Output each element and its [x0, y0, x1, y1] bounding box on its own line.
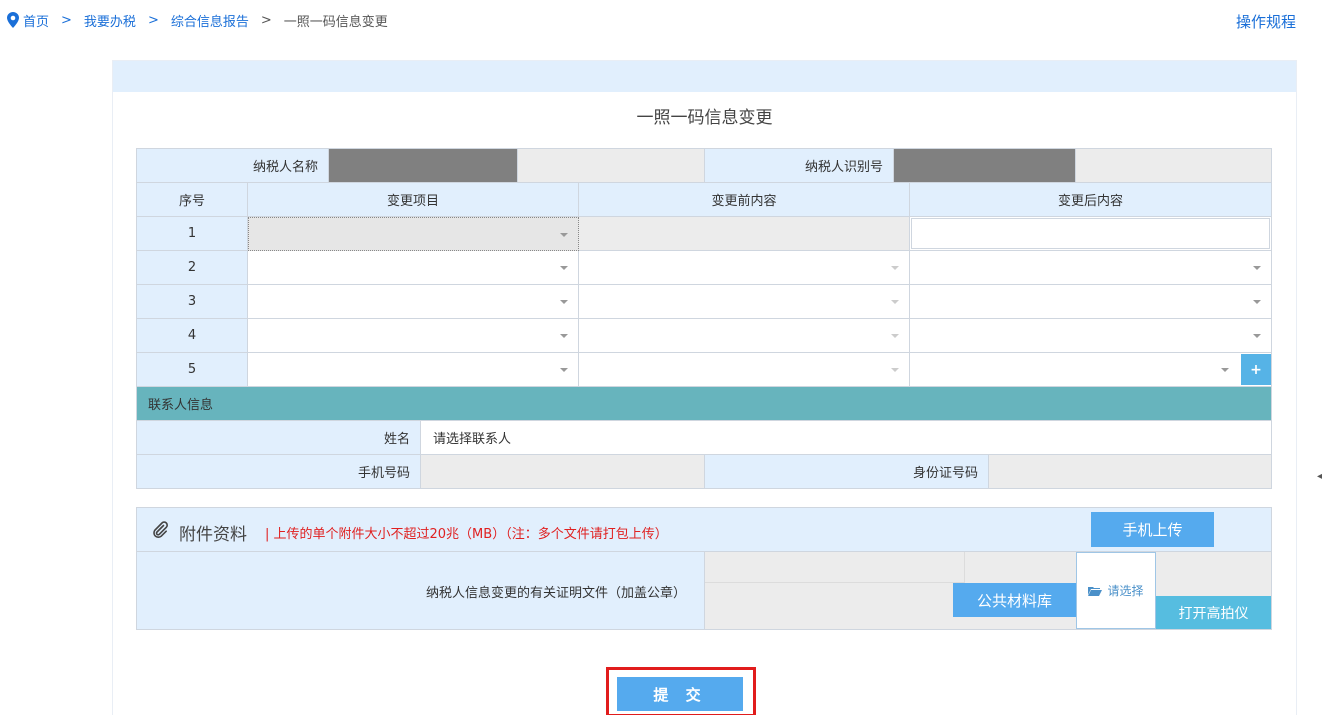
change-item-select[interactable] [248, 285, 579, 319]
breadcrumb-home[interactable]: 首页 [23, 11, 49, 30]
submit-highlight-frame: 提 交 [606, 667, 756, 715]
taxpayer-id-label: 纳税人识别号 [705, 149, 894, 183]
before-content-select[interactable] [579, 251, 910, 285]
table-row: 1 [137, 217, 1272, 251]
contact-name-row: 姓名 请选择联系人 [137, 421, 1272, 455]
dropdown-caret-icon [560, 233, 568, 237]
dropdown-caret-icon [1253, 266, 1261, 270]
column-change-item: 变更项目 [248, 183, 579, 217]
dropdown-caret-icon [891, 368, 899, 372]
after-content-select[interactable]: + [910, 353, 1272, 387]
contact-section-title: 联系人信息 [137, 387, 1272, 421]
dropdown-caret-icon [891, 266, 899, 270]
contact-name-label: 姓名 [137, 421, 421, 455]
phone-field [421, 455, 705, 489]
contact-name-select[interactable]: 请选择联系人 [421, 421, 1272, 455]
column-before: 变更前内容 [579, 183, 910, 217]
choose-file-button[interactable]: 请选择 [1076, 552, 1156, 629]
taxpayer-id-value-redacted [894, 149, 1076, 183]
breadcrumb-separator: > [260, 12, 272, 28]
paperclip-icon [153, 521, 168, 539]
before-content-field [579, 217, 910, 251]
taxpayer-name-value-rest [518, 149, 705, 183]
change-item-select[interactable] [248, 217, 579, 251]
location-pin-icon [7, 12, 19, 28]
proof-document-upload-area: 公共材料库 请选择 打开高拍仪 [705, 552, 1271, 629]
taxpayer-name-value-redacted [329, 149, 518, 183]
breadcrumb-current: 一照一码信息变更 [283, 14, 388, 30]
choose-file-label: 请选择 [1107, 584, 1144, 598]
attachments-title: 附件资料 [179, 525, 247, 545]
public-library-button[interactable]: 公共材料库 [953, 583, 1076, 617]
table-row: 2 [137, 251, 1272, 285]
change-form-table: 纳税人名称 纳税人识别号 序号 变更项目 变更前内容 变更后内容 1 2 3 4… [136, 148, 1272, 489]
before-content-select[interactable] [579, 319, 910, 353]
column-index: 序号 [137, 183, 248, 217]
dropdown-caret-icon [560, 266, 568, 270]
dropdown-caret-icon [1221, 368, 1229, 372]
change-item-select[interactable] [248, 251, 579, 285]
taxpayer-name-label: 纳税人名称 [137, 149, 329, 183]
after-content-select[interactable] [910, 319, 1272, 353]
phone-label: 手机号码 [137, 455, 421, 489]
table-header-row: 序号 变更项目 变更前内容 变更后内容 [137, 183, 1272, 217]
dropdown-caret-icon [1253, 300, 1261, 304]
row-number: 3 [137, 285, 248, 319]
breadcrumb: 首页 > 我要办税 > 综合信息报告 > 一照一码信息变更 [6, 11, 388, 30]
after-content-select[interactable] [910, 285, 1272, 319]
panel-header-bar [113, 61, 1296, 92]
change-item-select[interactable] [248, 319, 579, 353]
before-content-select[interactable] [579, 285, 910, 319]
row-number: 2 [137, 251, 248, 285]
change-item-select[interactable] [248, 353, 579, 387]
breadcrumb-separator: > [147, 12, 159, 28]
submit-button[interactable]: 提 交 [617, 677, 743, 711]
taxpayer-info-row: 纳税人名称 纳税人识别号 [137, 149, 1272, 183]
id-number-field [989, 455, 1272, 489]
breadcrumb-tax-services[interactable]: 我要办税 [84, 11, 136, 30]
divider [964, 552, 965, 582]
breadcrumb-separator: > [61, 12, 72, 28]
open-scanner-button[interactable]: 打开高拍仪 [1156, 596, 1271, 629]
proof-document-label: 纳税人信息变更的有关证明文件（加盖公章） [137, 552, 705, 630]
mobile-upload-button[interactable]: 手机上传 [1091, 512, 1214, 547]
contact-detail-row: 手机号码 身份证号码 [137, 455, 1272, 489]
operation-guide-link[interactable]: 操作规程 [1236, 11, 1296, 32]
dropdown-caret-icon [560, 300, 568, 304]
id-number-label: 身份证号码 [705, 455, 989, 489]
table-row: 3 [137, 285, 1272, 319]
table-row: 4 [137, 319, 1272, 353]
row-number: 1 [137, 217, 248, 251]
form-title: 一照一码信息变更 [636, 108, 773, 128]
collapse-arrow-icon[interactable]: ◂ [1317, 471, 1322, 482]
column-after: 变更后内容 [910, 183, 1272, 217]
folder-open-icon [1088, 586, 1103, 596]
after-content-input[interactable] [910, 217, 1272, 251]
taxpayer-id-value-rest [1076, 149, 1272, 183]
divider [705, 582, 965, 583]
row-number: 5 [137, 353, 248, 387]
attachments-section: 附件资料 | 上传的单个附件大小不超过20兆（MB）（注：多个文件请打包上传） … [136, 507, 1272, 630]
dropdown-caret-icon [560, 368, 568, 372]
attachments-header: 附件资料 | 上传的单个附件大小不超过20兆（MB）（注：多个文件请打包上传） … [137, 508, 1271, 552]
dropdown-caret-icon [891, 300, 899, 304]
breadcrumb-info-report[interactable]: 综合信息报告 [171, 11, 249, 30]
after-content-select[interactable] [910, 251, 1272, 285]
before-content-select[interactable] [579, 353, 910, 387]
upload-size-note: | 上传的单个附件大小不超过20兆（MB）（注：多个文件请打包上传） [265, 527, 668, 542]
dropdown-caret-icon [891, 334, 899, 338]
dropdown-caret-icon [1253, 334, 1261, 338]
dropdown-caret-icon [560, 334, 568, 338]
table-row: 5 + [137, 353, 1272, 387]
row-number: 4 [137, 319, 248, 353]
add-row-button[interactable]: + [1241, 354, 1271, 385]
